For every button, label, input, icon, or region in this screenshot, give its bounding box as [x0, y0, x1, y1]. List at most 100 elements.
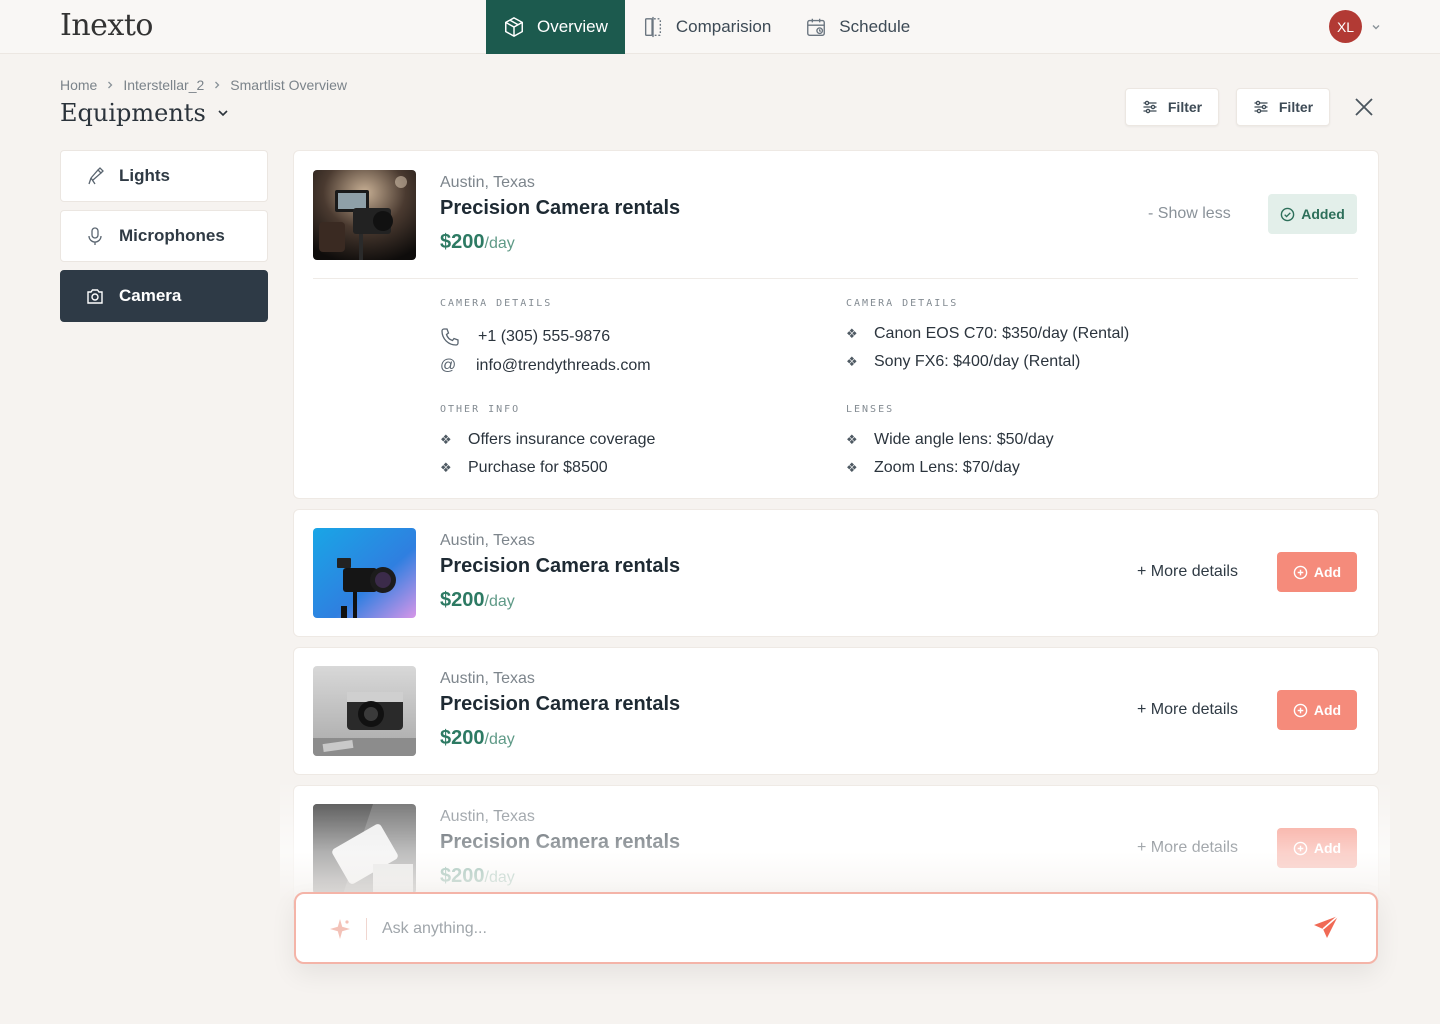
sparkle-icon [330, 919, 350, 939]
filter-button-label: Filter [1167, 99, 1203, 115]
other-info-text: Offers insurance coverage [468, 431, 656, 448]
more-details-link[interactable]: + More details [1137, 563, 1238, 581]
phone-number[interactable]: +1 (305) 555-9876 [478, 328, 610, 346]
filter-button-secondary[interactable]: Filter [1236, 88, 1330, 126]
listing-thumbnail[interactable] [313, 666, 416, 756]
at-icon: @ [440, 357, 457, 374]
tab-comparision[interactable]: Comparision [625, 0, 788, 54]
box-icon [505, 16, 523, 38]
listing-title: Precision Camera rentals [440, 693, 681, 715]
camera-option-text: Canon EOS C70: $350/day (Rental) [874, 325, 1130, 342]
listing-location: Austin, Texas [440, 670, 535, 687]
lens-option-text: Wide angle lens: $50/day [874, 431, 1054, 448]
price-unit: /day [484, 869, 515, 886]
price-amount: $200 [440, 231, 485, 253]
tab-overview-label: Overview [537, 17, 608, 36]
listing-title: Precision Camera rentals [440, 831, 681, 853]
diamond-bullet-icon: ❖ [440, 460, 452, 475]
tab-schedule-label: Schedule [839, 17, 911, 36]
listing-card: Austin, Texas Precision Camera rentals $… [293, 647, 1379, 775]
nav-tabs: Overview Comparision Schedule [486, 0, 927, 54]
list-item: ❖ Zoom Lens: $70/day [846, 459, 1020, 477]
listing-price: $200/day [440, 231, 515, 254]
price-unit: /day [484, 731, 515, 748]
email-address[interactable]: info@trendythreads.com [476, 357, 651, 375]
add-button[interactable]: Add [1277, 552, 1357, 592]
tab-overview[interactable]: Overview [486, 0, 625, 54]
listing-thumbnail[interactable] [313, 528, 416, 618]
light-icon [88, 167, 104, 185]
calendar-icon [807, 18, 826, 36]
price-unit: /day [484, 593, 515, 610]
filter-icon [1254, 100, 1268, 114]
price-unit: /day [484, 235, 515, 252]
listing-thumbnail[interactable] [313, 804, 416, 894]
more-details-link[interactable]: + More details [1137, 701, 1238, 719]
price-amount: $200 [440, 727, 485, 749]
sidebar-item-label: Lights [119, 166, 170, 185]
diamond-bullet-icon: ❖ [846, 432, 858, 447]
chevron-right-icon [215, 81, 220, 89]
breadcrumb-current[interactable]: Smartlist Overview [230, 77, 347, 93]
more-details-link[interactable]: + More details [1137, 839, 1238, 857]
price-amount: $200 [440, 589, 485, 611]
divider [313, 278, 1358, 279]
tab-schedule[interactable]: Schedule [788, 0, 927, 54]
user-menu[interactable]: XL [1329, 10, 1382, 43]
other-info-heading: OTHER INFO [440, 404, 521, 415]
added-button[interactable]: Added [1268, 194, 1357, 234]
ask-bar [294, 892, 1378, 964]
listing-card: Austin, Texas Precision Camera rentals $… [293, 150, 1379, 499]
listing-price: $200/day [440, 865, 515, 888]
diamond-bullet-icon: ❖ [846, 354, 858, 369]
breadcrumb-project[interactable]: Interstellar_2 [123, 77, 204, 93]
sidebar-item-lights[interactable]: Lights [60, 150, 268, 202]
add-button[interactable]: Add [1277, 690, 1357, 730]
plus-circle-icon [1293, 841, 1308, 855]
app-logo[interactable]: Inexto [60, 8, 153, 43]
compare-icon [644, 16, 661, 38]
chevron-down-icon [1372, 24, 1380, 29]
price-amount: $200 [440, 865, 485, 887]
page-title-dropdown[interactable]: Equipments [60, 99, 230, 127]
list-item: ❖ Offers insurance coverage [440, 431, 655, 449]
diamond-bullet-icon: ❖ [846, 326, 858, 341]
add-button-label: Add [1313, 702, 1342, 718]
contact-section-heading: CAMERA DETAILS [440, 298, 553, 309]
chevron-down-icon [218, 110, 228, 117]
listing-price: $200/day [440, 727, 515, 750]
breadcrumb-home[interactable]: Home [60, 77, 97, 93]
listing-title: Precision Camera rentals [440, 197, 681, 219]
lens-option-text: Zoom Lens: $70/day [874, 459, 1020, 476]
top-navigation-bar: Inexto Overview Comparision Schedule XL [0, 0, 1440, 54]
microphone-icon [88, 227, 102, 245]
listing-thumbnail[interactable] [313, 170, 416, 260]
avatar: XL [1329, 10, 1362, 43]
send-icon[interactable] [1312, 914, 1340, 942]
email-line: @ info@trendythreads.com [440, 357, 651, 375]
camera-icon [87, 289, 103, 304]
breadcrumb: Home Interstellar_2 Smartlist Overview [60, 77, 347, 93]
close-icon[interactable] [1352, 95, 1376, 119]
show-less-link[interactable]: - Show less [1148, 205, 1231, 223]
phone-icon [441, 328, 459, 346]
lenses-heading: LENSES [846, 404, 895, 415]
camera-option-text: Sony FX6: $400/day (Rental) [874, 353, 1081, 370]
sidebar-item-camera[interactable]: Camera [60, 270, 268, 322]
camera-section-heading: CAMERA DETAILS [846, 298, 959, 309]
list-item: ❖ Canon EOS C70: $350/day (Rental) [846, 325, 1129, 343]
listing-location: Austin, Texas [440, 808, 535, 825]
chevron-right-icon [108, 81, 113, 89]
list-item: ❖ Sony FX6: $400/day (Rental) [846, 353, 1080, 371]
diamond-bullet-icon: ❖ [440, 432, 452, 447]
plus-circle-icon [1293, 703, 1308, 717]
list-item: ❖ Purchase for $8500 [440, 459, 608, 477]
page-title: Equipments [60, 99, 206, 127]
divider [366, 918, 367, 940]
filter-button[interactable]: Filter [1125, 88, 1219, 126]
add-button[interactable]: Add [1277, 828, 1357, 868]
check-circle-icon [1280, 207, 1295, 221]
sidebar-item-microphones[interactable]: Microphones [60, 210, 268, 262]
ask-input[interactable] [382, 916, 1282, 942]
added-button-label: Added [1301, 206, 1345, 222]
